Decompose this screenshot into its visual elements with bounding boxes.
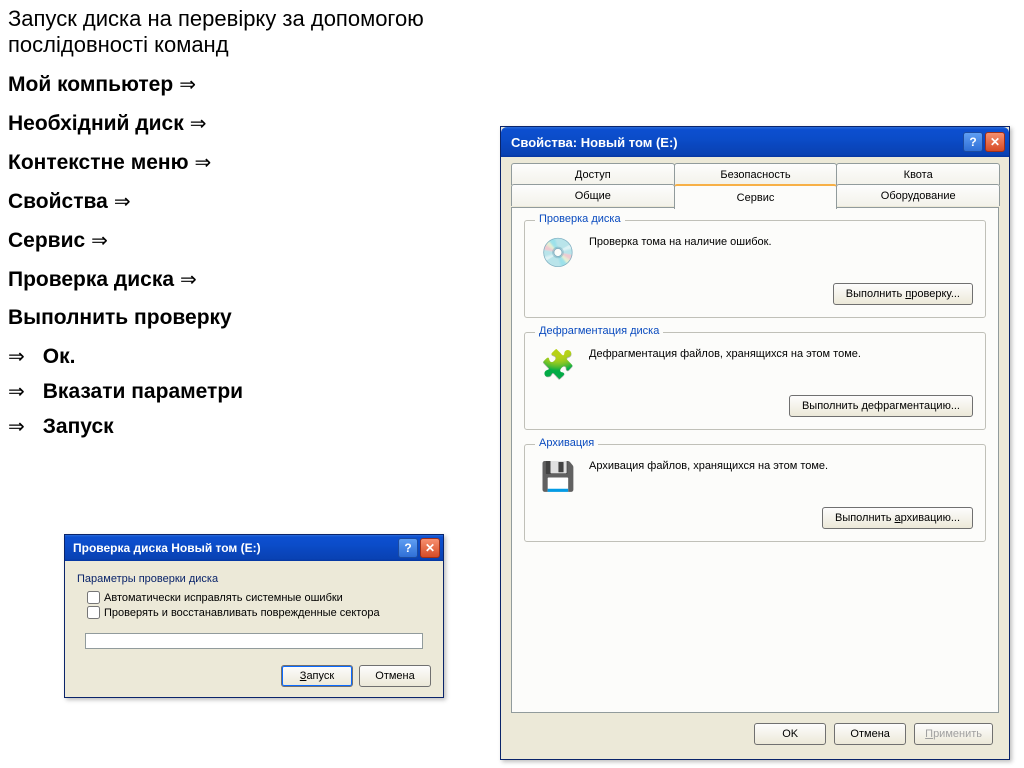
help-button[interactable]: ? [963,132,983,152]
properties-dialog: Свойства: Новый том (E:) ? ✕ Доступ Безо… [500,126,1010,760]
tab-quota[interactable]: Квота [836,163,1000,185]
start-button[interactable]: Запуск [281,665,353,687]
arrow-icon: ⇒ [180,267,197,292]
ok-button[interactable]: OK [754,723,826,745]
step-4: Свойства⇒ [8,189,478,214]
progress-bar [85,633,423,649]
step-2: Необхідний диск⇒ [8,111,478,136]
tab-strip: Доступ Безопасность Квота Общие Сервис О… [511,163,999,209]
substep-1: ⇒Ок. [8,344,478,369]
arrow-icon: ⇒ [8,344,25,369]
group-label: Параметры проверки диска [77,573,431,585]
close-button[interactable]: ✕ [420,538,440,558]
tab-page-service: Проверка диска 💿 Проверка тома на наличи… [511,207,999,713]
run-defrag-button[interactable]: Выполнить дефрагментацию... [789,395,973,417]
instruction-title: Запуск диска на перевірку за допомогою п… [8,6,478,58]
run-backup-button[interactable]: Выполнить архивацию... [822,507,973,529]
legend-backup: Архивация [535,437,598,449]
tab-hardware[interactable]: Оборудование [836,184,1000,206]
help-button[interactable]: ? [398,538,418,558]
legend-check: Проверка диска [535,213,625,225]
titlebar[interactable]: Проверка диска Новый том (E:) ? ✕ [65,535,443,561]
tab-access[interactable]: Доступ [511,163,675,185]
scan-recover-checkbox-row[interactable]: Проверять и восстанавливать поврежденные… [77,606,431,619]
scan-recover-label: Проверять и восстанавливать поврежденные… [104,607,380,619]
step-1: Мой компьютер⇒ [8,72,478,97]
arrow-icon: ⇒ [195,150,212,175]
step-6: Проверка диска⇒ [8,267,478,292]
fieldset-defrag: Дефрагментация диска 🧩 Дефрагментация фа… [524,332,986,430]
scan-recover-checkbox[interactable] [87,606,100,619]
step-5: Сервис⇒ [8,228,478,253]
defrag-icon: 🧩 [537,343,579,385]
cancel-button[interactable]: Отмена [359,665,431,687]
fieldset-backup: Архивация 💾 Архивация файлов, хранящихся… [524,444,986,542]
cancel-button[interactable]: Отмена [834,723,906,745]
auto-fix-checkbox-row[interactable]: Автоматически исправлять системные ошибк… [77,591,431,604]
backup-icon: 💾 [537,455,579,497]
backup-text: Архивация файлов, хранящихся на этом том… [589,455,973,474]
defrag-text: Дефрагментация файлов, хранящихся на это… [589,343,973,362]
check-text: Проверка тома на наличие ошибок. [589,231,973,250]
arrow-icon: ⇒ [179,72,196,97]
dialog-title: Проверка диска Новый том (E:) [73,541,261,555]
tab-security[interactable]: Безопасность [674,163,838,185]
apply-button: Применить [914,723,993,745]
substep-2: ⇒Вказати параметри [8,379,478,404]
check-disk-dialog: Проверка диска Новый том (E:) ? ✕ Параме… [64,534,444,698]
tab-service[interactable]: Сервис [674,184,838,209]
close-button[interactable]: ✕ [985,132,1005,152]
arrow-icon: ⇒ [8,379,25,404]
step-3: Контекстне меню⇒ [8,150,478,175]
arrow-icon: ⇒ [91,228,108,253]
dialog-title: Свойства: Новый том (E:) [511,135,678,150]
disk-check-icon: 💿 [537,231,579,273]
auto-fix-label: Автоматически исправлять системные ошибк… [104,592,343,604]
run-check-button[interactable]: Выполнить проверку... [833,283,973,305]
legend-defrag: Дефрагментация диска [535,325,663,337]
fieldset-check: Проверка диска 💿 Проверка тома на наличи… [524,220,986,318]
instruction-panel: Запуск диска на перевірку за допомогою п… [8,6,478,449]
auto-fix-checkbox[interactable] [87,591,100,604]
substep-3: ⇒Запуск [8,414,478,439]
arrow-icon: ⇒ [8,414,25,439]
arrow-icon: ⇒ [114,189,131,214]
titlebar[interactable]: Свойства: Новый том (E:) ? ✕ [501,127,1009,157]
arrow-icon: ⇒ [190,111,207,136]
tab-general[interactable]: Общие [511,184,675,206]
step-7: Выполнить проверку [8,306,478,330]
